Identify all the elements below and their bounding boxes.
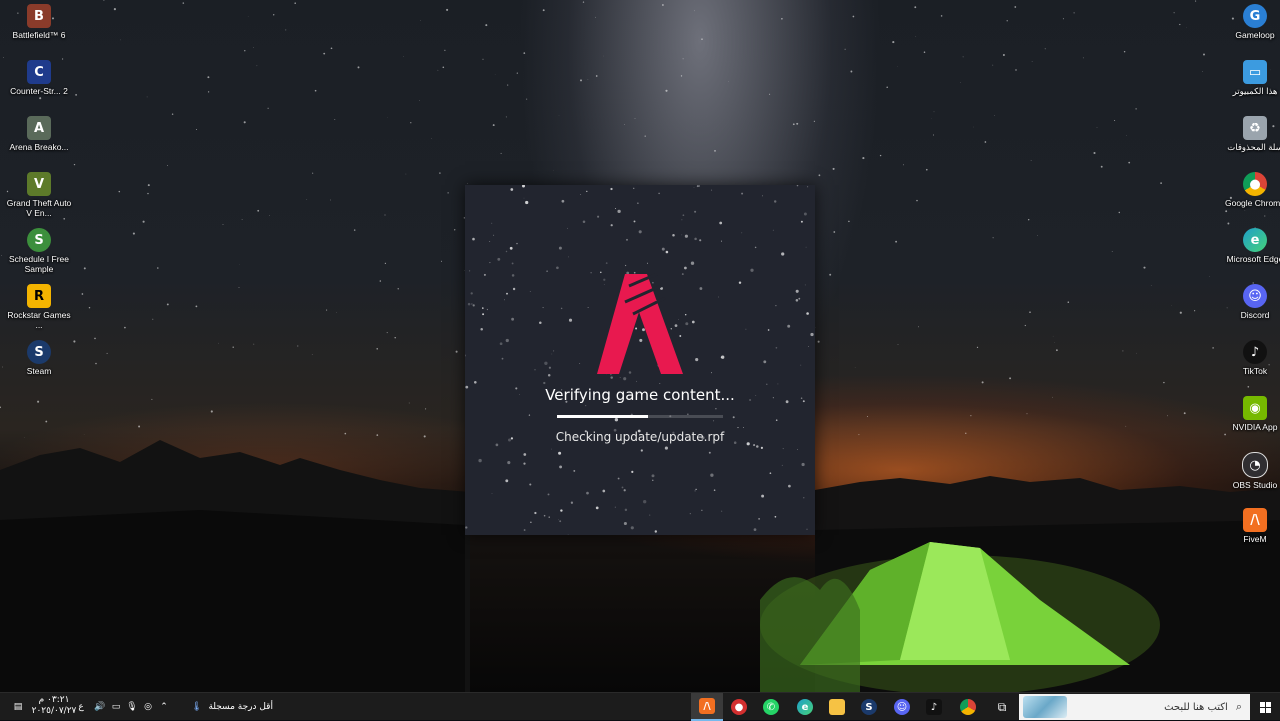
taskbar-file-explorer[interactable]	[821, 693, 853, 721]
taskbar-red-app[interactable]: ●	[723, 693, 755, 721]
task-view-icon: ⧉	[998, 700, 1007, 715]
taskbar-discord[interactable]: ☺	[886, 693, 918, 721]
search-icon: ⌕	[1236, 700, 1242, 714]
folder-icon	[829, 699, 845, 715]
language-indicator[interactable]: ع	[74, 693, 88, 721]
rockstar-icon: R	[27, 284, 51, 308]
task-view-button[interactable]: ⧉	[986, 693, 1018, 721]
steam-icon: S	[27, 340, 51, 364]
desktop-icon-gameloop[interactable]: G Gameloop	[1219, 0, 1280, 40]
clock-time: ٠٣:٢١ م	[30, 695, 78, 706]
nvidia-icon: ◉	[1243, 396, 1267, 420]
schedule-i-icon: S	[27, 228, 51, 252]
notification-icon: ▤	[14, 702, 23, 712]
clock[interactable]: ٠٣:٢١ م ٢٠٢٥/٠٧/٢٧	[30, 695, 78, 717]
launcher-status-text: Verifying game content...	[465, 386, 815, 404]
red-app-icon: ●	[731, 699, 747, 715]
notification-center-button[interactable]: ▤	[6, 693, 30, 721]
taskbar-tiktok[interactable]: ♪	[918, 693, 950, 721]
desktop-icon-edge[interactable]: e Microsoft Edge	[1219, 224, 1280, 264]
desktop-icon-counter-strike[interactable]: C Counter-Str... 2	[3, 56, 75, 96]
desktop-icon-chrome[interactable]: ● Google Chrome	[1219, 168, 1280, 208]
arena-breakout-icon: A	[27, 116, 51, 140]
counter-strike-icon: C	[27, 60, 51, 84]
launcher-progress-fill	[557, 415, 648, 418]
volume-icon[interactable]: 🔊	[92, 693, 108, 721]
desktop-icon-obs[interactable]: ◔ OBS Studio	[1219, 448, 1280, 490]
taskbar: ▤ ٠٣:٢١ م ٢٠٢٥/٠٧/٢٧ ع 🔊 ▭ 🎙 ◎ ⌃ 🌡 أقل د…	[0, 692, 1280, 720]
microphone-icon[interactable]: 🎙	[124, 693, 140, 721]
steam-icon: S	[861, 699, 877, 715]
tiktok-icon: ♪	[1243, 340, 1267, 364]
search-highlight-image	[1023, 696, 1067, 718]
desktop-icon-rockstar[interactable]: R Rockstar Games ...	[3, 280, 75, 330]
taskbar-steam[interactable]: S	[853, 693, 885, 721]
whatsapp-icon: ✆	[763, 699, 779, 715]
edge-icon: e	[1243, 228, 1267, 252]
gameloop-icon: G	[1243, 4, 1267, 28]
this-pc-icon: ▭	[1243, 60, 1267, 84]
tiktok-icon: ♪	[926, 699, 942, 715]
tray-app-icon[interactable]: ◎	[140, 693, 156, 721]
show-hidden-icons-button[interactable]: ⌃	[156, 693, 172, 721]
launcher-sub-status: Checking update/update.rpf	[465, 430, 815, 444]
taskbar-whatsapp[interactable]: ✆	[755, 693, 787, 721]
windows-logo-icon	[1260, 702, 1271, 713]
taskbar-chrome[interactable]	[952, 693, 984, 721]
launcher-progress-bar	[557, 415, 723, 418]
desktop-icon-battlefield[interactable]: B Battlefield™ 6	[3, 0, 75, 40]
chrome-icon: ●	[1243, 172, 1267, 196]
desktop-icon-this-pc[interactable]: ▭ هذا الكمبيوتر	[1219, 56, 1280, 96]
desktop-icon-gta-v[interactable]: V Grand Theft Auto V En...	[3, 168, 75, 218]
taskbar-edge[interactable]: e	[789, 693, 821, 721]
thermometer-icon: 🌡	[191, 702, 202, 712]
gta-v-icon: V	[27, 172, 51, 196]
desktop-icon-nvidia[interactable]: ◉ NVIDIA App	[1219, 392, 1280, 432]
recycle-bin-icon: ♻	[1243, 116, 1267, 140]
desktop-icon-arena-breakout[interactable]: A Arena Breako...	[3, 112, 75, 152]
desktop-icon-schedule-i[interactable]: S Schedule I Free Sample	[3, 224, 75, 274]
taskbar-fivem[interactable]: /\	[691, 693, 723, 721]
weather-widget[interactable]: 🌡 أقل درجة مسجلة	[182, 693, 282, 721]
clock-date: ٢٠٢٥/٠٧/٢٧	[30, 706, 78, 717]
start-button[interactable]	[1250, 693, 1280, 721]
desktop-icon-fivem[interactable]: /\ FiveM	[1219, 504, 1280, 544]
fivem-icon: /\	[699, 698, 715, 714]
desktop-icon-discord[interactable]: ☺ Discord	[1219, 280, 1280, 320]
edge-icon: e	[797, 699, 813, 715]
search-box[interactable]: اكتب هنا للبحث ⌕	[1019, 694, 1250, 720]
weather-text: أقل درجة مسجلة	[208, 702, 273, 712]
desktop-icon-tiktok[interactable]: ♪ TikTok	[1219, 336, 1280, 376]
fivem-icon: /\	[1243, 508, 1267, 532]
desktop-icon-recycle-bin[interactable]: ♻ سلة المحذوفات	[1219, 112, 1280, 152]
fivem-logo-icon	[595, 272, 685, 376]
discord-icon: ☺	[1243, 284, 1267, 308]
desktop-icon-steam[interactable]: S Steam	[3, 336, 75, 376]
search-placeholder: اكتب هنا للبحث	[1164, 702, 1228, 713]
chrome-icon	[960, 699, 976, 715]
network-icon[interactable]: ▭	[108, 693, 124, 721]
discord-icon: ☺	[894, 699, 910, 715]
obs-icon: ◔	[1242, 452, 1268, 478]
battlefield-icon: B	[27, 4, 51, 28]
